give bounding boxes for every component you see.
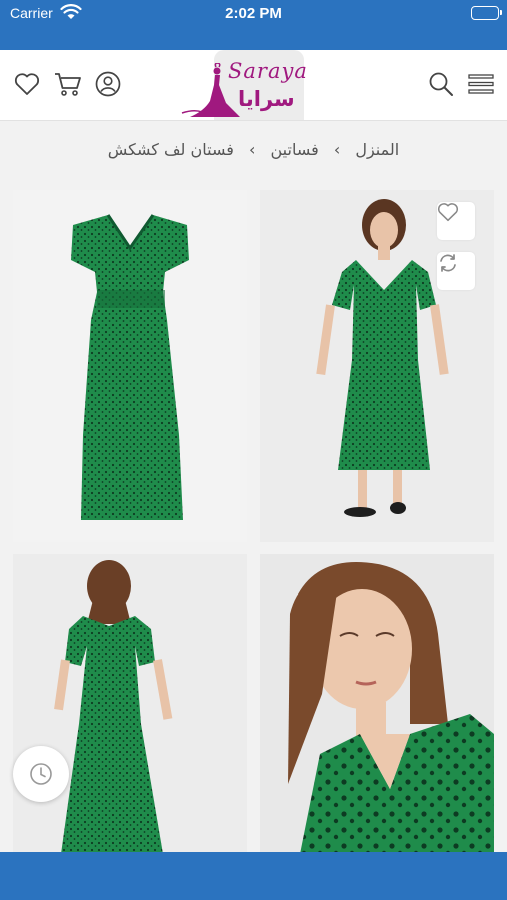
breadcrumb-bar: المنزل › فساتين › فستان لف كشكش: [0, 120, 507, 178]
compare-icon: [440, 254, 456, 272]
breadcrumb-home[interactable]: المنزل: [355, 140, 399, 159]
app-header: Saraya سرايا: [0, 50, 507, 120]
dress-model-front-image[interactable]: [260, 190, 494, 542]
dress-model-back-image[interactable]: [13, 554, 247, 854]
heart-icon[interactable]: [12, 69, 42, 99]
clock-time: 2:02 PM: [225, 5, 282, 22]
dress-model-closeup-image[interactable]: [260, 554, 494, 854]
favorite-button[interactable]: [437, 202, 475, 240]
breadcrumb-separator: ›: [333, 140, 341, 159]
user-icon[interactable]: [93, 69, 123, 99]
status-bar: Carrier 2:02 PM: [0, 0, 507, 50]
compare-button[interactable]: [437, 252, 475, 290]
history-button[interactable]: [13, 746, 69, 802]
breadcrumb-category[interactable]: فساتين: [270, 140, 318, 159]
logo-arabic-text: سرايا: [238, 87, 295, 111]
cart-icon[interactable]: [53, 69, 83, 99]
menu-icon[interactable]: [466, 69, 496, 99]
bottom-bar: [0, 852, 507, 900]
brand-logo[interactable]: Saraya سرايا: [180, 50, 330, 120]
breadcrumb: المنزل › فساتين › فستان لف كشكش: [0, 139, 507, 159]
heart-icon: [437, 203, 459, 222]
logo-latin-text: Saraya: [228, 59, 308, 83]
product-gallery: [0, 178, 507, 854]
clock-icon: [30, 763, 52, 785]
search-icon[interactable]: [426, 69, 456, 99]
breadcrumb-current: فستان لف كشكش: [107, 140, 234, 159]
battery-icon: [471, 6, 502, 20]
dress-front-image[interactable]: [13, 190, 247, 542]
breadcrumb-separator: ›: [248, 140, 256, 159]
